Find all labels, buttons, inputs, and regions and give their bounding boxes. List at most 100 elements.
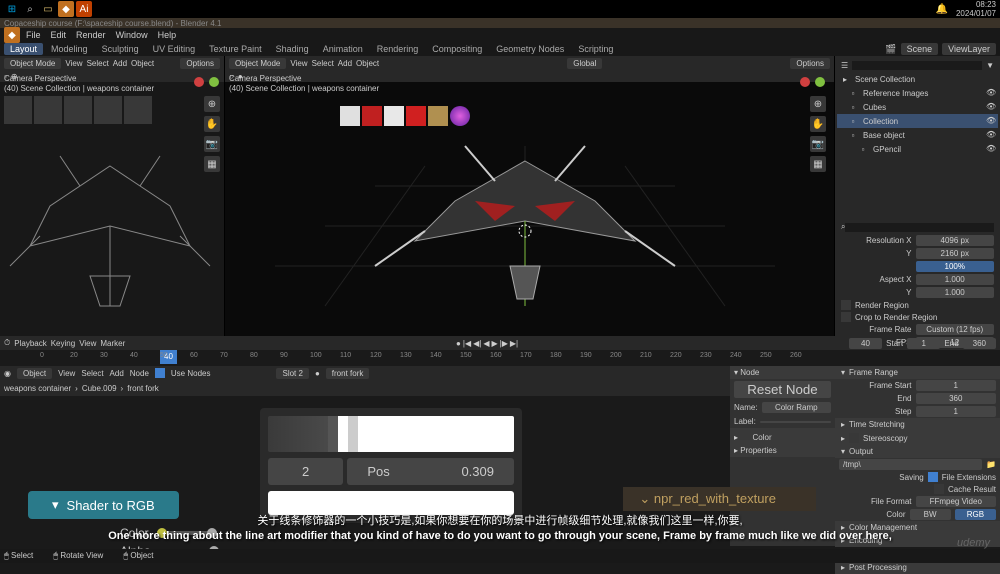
add-menu[interactable]: Add — [113, 59, 127, 68]
outliner-root[interactable]: ▸ Scene Collection — [837, 72, 998, 86]
scene-dropdown[interactable]: Scene — [901, 43, 939, 55]
tab-modeling[interactable]: Modeling — [45, 43, 94, 55]
prev-key-icon[interactable]: ◀| — [473, 339, 481, 348]
filter-icon[interactable]: ▼ — [986, 61, 994, 70]
object-menu[interactable]: Object — [356, 59, 379, 68]
menu-window[interactable]: Window — [116, 30, 148, 40]
options-dropdown[interactable]: Options — [790, 58, 830, 69]
view-menu[interactable]: View — [79, 339, 96, 348]
ramp-stop-selected[interactable] — [348, 416, 358, 452]
res-y-field[interactable]: 2160 px — [916, 248, 995, 259]
select-menu[interactable]: Select — [312, 59, 334, 68]
node-menu[interactable]: Node — [130, 369, 149, 378]
tab-shading[interactable]: Shading — [270, 43, 315, 55]
ramp-stop[interactable] — [328, 416, 338, 452]
viewlayer-dropdown[interactable]: ViewLayer — [942, 43, 996, 55]
render-region-checkbox[interactable] — [841, 300, 851, 310]
jump-end-icon[interactable]: ▶| — [510, 339, 518, 348]
visibility-toggle[interactable]: 👁 — [986, 102, 996, 112]
explorer-icon[interactable]: ▭ — [40, 1, 56, 17]
stereo-checkbox[interactable] — [849, 433, 859, 443]
select-menu[interactable]: Select — [87, 59, 109, 68]
windows-start-icon[interactable]: ⊞ — [4, 1, 20, 17]
tab-animation[interactable]: Animation — [317, 43, 369, 55]
tab-texture-paint[interactable]: Texture Paint — [203, 43, 268, 55]
marker-menu[interactable]: Marker — [100, 339, 125, 348]
file-format-dropdown[interactable]: FFmpeg Video — [916, 496, 997, 507]
play-icon[interactable]: ▶ — [491, 339, 497, 348]
frame-rate-dropdown[interactable]: Custom (12 fps) — [916, 324, 995, 335]
aspect-x-field[interactable]: 1.000 — [916, 274, 995, 285]
next-key-icon[interactable]: |▶ — [500, 339, 508, 348]
outliner-item[interactable]: ▫Cubes👁 — [837, 100, 998, 114]
keying-menu[interactable]: Keying — [51, 339, 75, 348]
timeline-ruler[interactable]: 40 0203040506070809010011012013014015016… — [0, 350, 1000, 366]
frame-end-field[interactable]: 360 — [916, 393, 997, 404]
material-dropdown[interactable]: front fork — [326, 368, 370, 379]
visibility-toggle[interactable]: 👁 — [986, 116, 996, 126]
tab-geometry-nodes[interactable]: Geometry Nodes — [490, 43, 570, 55]
output-path-field[interactable]: /tmp\ — [839, 459, 982, 470]
viewport-right[interactable]: Object Mode View Select Add Object Globa… — [225, 56, 835, 336]
outliner-search[interactable] — [852, 61, 982, 70]
illustrator-icon[interactable]: Ai — [76, 1, 92, 17]
breadcrumb-mat[interactable]: front fork — [127, 384, 159, 393]
tab-layout[interactable]: Layout — [4, 43, 43, 55]
tab-compositing[interactable]: Compositing — [426, 43, 488, 55]
breadcrumb-obj[interactable]: weapons container — [4, 384, 71, 393]
view-menu[interactable]: View — [65, 59, 82, 68]
autokey-icon[interactable]: ● — [456, 339, 461, 348]
view-menu[interactable]: View — [58, 369, 75, 378]
menu-edit[interactable]: Edit — [51, 30, 67, 40]
visibility-toggle[interactable]: 👁 — [986, 130, 996, 140]
current-frame-field[interactable]: 40 — [849, 338, 882, 349]
global-dropdown[interactable]: Global — [567, 58, 602, 69]
start-frame-field[interactable]: 1 — [907, 338, 940, 349]
menu-help[interactable]: Help — [158, 30, 177, 40]
cache-checkbox[interactable] — [934, 484, 944, 494]
playback-menu[interactable]: Playback — [14, 339, 46, 348]
nav-gizmo[interactable] — [193, 76, 220, 91]
crop-region-checkbox[interactable] — [841, 312, 851, 322]
node-label-field[interactable] — [760, 421, 831, 423]
search-icon[interactable]: ⌕ — [22, 1, 38, 17]
file-ext-checkbox[interactable] — [928, 472, 938, 482]
ramp-index-field[interactable]: 2 — [268, 458, 343, 485]
folder-icon[interactable]: 📁 — [986, 460, 996, 469]
breadcrumb-mesh[interactable]: Cube.009 — [82, 384, 117, 393]
menu-render[interactable]: Render — [76, 30, 106, 40]
tab-scripting[interactable]: Scripting — [572, 43, 619, 55]
end-frame-field[interactable]: 360 — [963, 338, 996, 349]
tab-uv-editing[interactable]: UV Editing — [147, 43, 202, 55]
view-menu[interactable]: View — [290, 59, 307, 68]
aspect-y-field[interactable]: 1.000 — [916, 287, 995, 298]
ramp-pos-field[interactable]: Pos 0.309 — [347, 458, 514, 485]
frame-start-field[interactable]: 1 — [916, 380, 997, 391]
add-menu[interactable]: Add — [338, 59, 352, 68]
options-dropdown[interactable]: Options — [180, 58, 220, 69]
node-name-field[interactable]: Color Ramp — [762, 402, 831, 413]
object-mode-dropdown[interactable]: Object Mode — [4, 58, 61, 69]
menu-file[interactable]: File — [26, 30, 41, 40]
props-search[interactable] — [845, 223, 994, 232]
tab-rendering[interactable]: Rendering — [371, 43, 425, 55]
outliner-item[interactable]: ▫Base object👁 — [837, 128, 998, 142]
visibility-toggle[interactable]: 👁 — [986, 144, 996, 154]
notification-icon[interactable]: 🔔 — [936, 4, 948, 15]
select-menu[interactable]: Select — [81, 369, 103, 378]
res-percent-field[interactable]: 100% — [916, 261, 995, 272]
viewport-left[interactable]: Object Mode View Select Add Object Optio… — [0, 56, 225, 336]
color-ramp-node[interactable]: 2 Pos 0.309 — [260, 408, 522, 523]
outliner-item[interactable]: ▫GPencil👁 — [837, 142, 998, 156]
reset-node-button[interactable]: Reset Node — [734, 381, 831, 398]
use-nodes-checkbox[interactable] — [155, 368, 165, 378]
frame-step-field[interactable]: 1 — [916, 406, 997, 417]
outliner-item[interactable]: ▫Reference Images👁 — [837, 86, 998, 100]
zoom-icon[interactable]: ⊕ — [204, 96, 220, 112]
visibility-toggle[interactable]: 👁 — [986, 88, 996, 98]
tab-sculpting[interactable]: Sculpting — [96, 43, 145, 55]
object-dropdown[interactable]: Object — [17, 368, 52, 379]
jump-start-icon[interactable]: |◀ — [463, 339, 471, 348]
object-menu[interactable]: Object — [131, 59, 154, 68]
slot-dropdown[interactable]: Slot 2 — [276, 368, 308, 379]
